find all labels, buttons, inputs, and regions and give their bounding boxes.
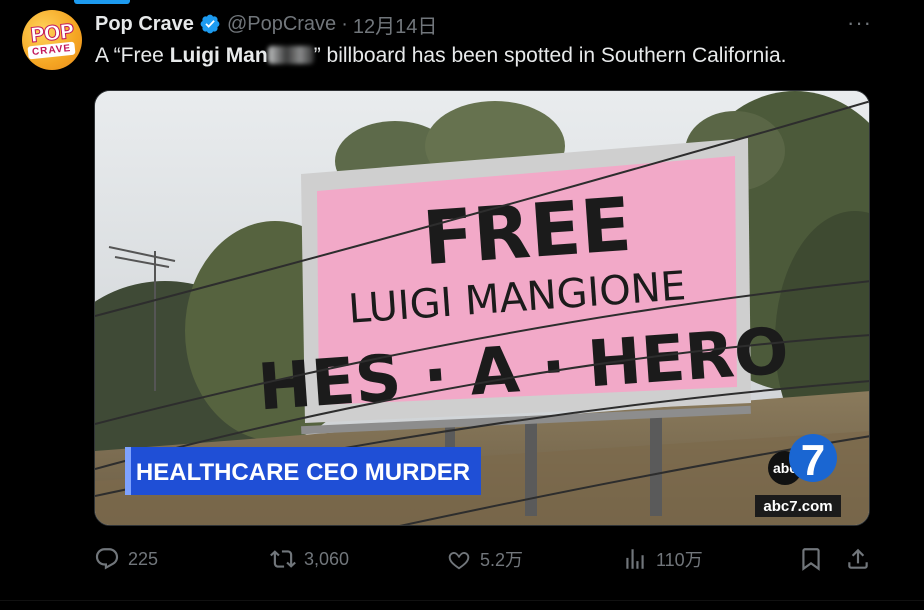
redaction-blur xyxy=(267,46,314,64)
tweet-text-suffix: ” billboard has been spotted in Southern… xyxy=(313,44,787,67)
tweet-header: Pop Crave @PopCrave · 12月14日 xyxy=(95,10,438,39)
tweet-text: A “Free Luigi Man ” billboard has been sp… xyxy=(95,42,787,70)
heart-icon xyxy=(448,551,470,570)
repost-count: 3,060 xyxy=(304,548,350,569)
like-button[interactable]: 5.2万 xyxy=(446,546,523,572)
tweet-text-bold: Luigi Man xyxy=(169,44,268,67)
tweet-date[interactable]: 12月14日 xyxy=(353,10,438,39)
reply-icon xyxy=(95,548,119,570)
separator-dot: · xyxy=(341,12,348,35)
divider xyxy=(0,600,924,601)
top-accent-bar xyxy=(74,0,130,4)
more-options-icon[interactable]: ··· xyxy=(847,10,872,36)
display-name[interactable]: Pop Crave xyxy=(95,13,194,36)
views-button[interactable]: 110万 xyxy=(622,546,703,572)
views-icon xyxy=(626,549,644,569)
share-button[interactable] xyxy=(845,546,871,572)
reply-button[interactable]: 225 xyxy=(94,546,158,572)
view-count: 110万 xyxy=(656,550,703,570)
bookmark-button[interactable] xyxy=(798,546,824,572)
tweet-text-prefix: A “Free xyxy=(95,44,170,67)
verified-badge-icon xyxy=(199,13,221,35)
reply-count: 225 xyxy=(128,548,159,569)
bookmark-icon xyxy=(802,548,820,571)
share-icon xyxy=(848,548,868,569)
like-count: 5.2万 xyxy=(480,550,524,570)
avatar-logo-text: POP xyxy=(29,18,76,47)
repost-icon xyxy=(270,550,296,568)
avatar[interactable]: POP CRAVE xyxy=(22,10,82,70)
network-url: abc7.com xyxy=(763,498,832,515)
user-handle[interactable]: @PopCrave xyxy=(227,13,336,36)
abc-logo-number: 7 xyxy=(801,436,825,485)
billboard-line-1: FREE xyxy=(420,182,634,282)
tweet-media-image[interactable]: FREE LUIGI MANGIONE HES · A · HERO HEALT… xyxy=(94,90,870,526)
news-banner: HEALTHCARE CEO MURDER xyxy=(125,447,481,495)
billboard-photo: FREE LUIGI MANGIONE HES · A · HERO HEALT… xyxy=(95,91,869,525)
repost-button[interactable]: 3,060 xyxy=(270,546,349,572)
tweet-actions: 225 3,060 5.2万 110万 xyxy=(0,546,924,580)
news-banner-text: HEALTHCARE CEO MURDER xyxy=(136,459,470,486)
